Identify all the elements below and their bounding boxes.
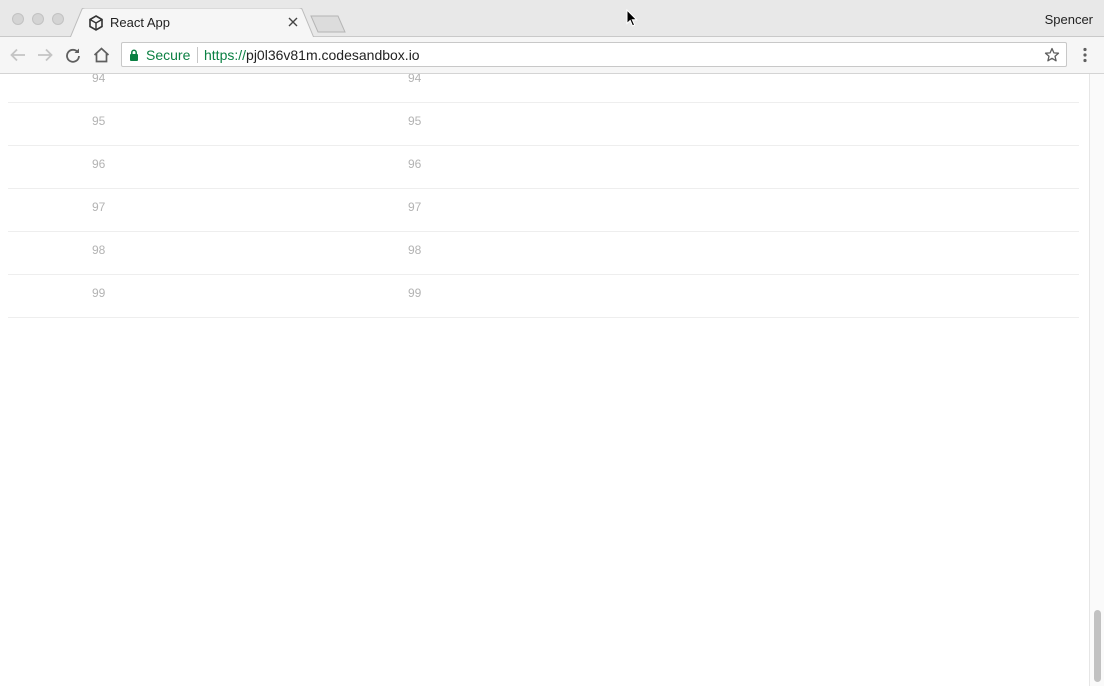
table-row: 99 99 xyxy=(8,275,1079,318)
new-tab-button[interactable] xyxy=(310,15,346,33)
omnibox-divider xyxy=(197,47,198,63)
url-host: pj0l36v81m.codesandbox.io xyxy=(246,47,420,63)
tab-shape xyxy=(70,8,314,38)
profile-name[interactable]: Spencer xyxy=(1045,12,1093,27)
table-cell-col2: 95 xyxy=(408,114,422,128)
table-row: 96 96 xyxy=(8,146,1079,189)
address-bar[interactable]: Secure https://pj0l36v81m.codesandbox.io xyxy=(121,42,1067,67)
table-row: 95 95 xyxy=(8,103,1079,146)
table-cell-col1: 95 xyxy=(92,114,106,128)
close-icon[interactable] xyxy=(285,14,301,30)
lock-icon xyxy=(130,49,138,61)
codesandbox-cube-icon xyxy=(89,15,103,31)
table-row: 94 94 xyxy=(8,74,1079,103)
back-arrow-icon[interactable] xyxy=(9,46,27,64)
browser-tab-active[interactable]: React App xyxy=(70,8,314,38)
table-row: 98 98 xyxy=(8,232,1079,275)
table-cell-col2: 98 xyxy=(408,243,422,257)
window-minimize-button[interactable] xyxy=(32,13,44,25)
page-viewport: 94 94 95 95 96 96 97 97 98 98 99 99 xyxy=(0,74,1089,686)
browser-toolbar: Secure https://pj0l36v81m.codesandbox.io xyxy=(0,37,1104,74)
url-scheme: https:// xyxy=(204,47,247,63)
table-cell-col1: 96 xyxy=(92,157,106,171)
home-icon[interactable] xyxy=(92,46,110,64)
tab-title: React App xyxy=(110,15,170,30)
vertical-scrollbar[interactable] xyxy=(1089,74,1104,686)
vertical-dots-icon[interactable] xyxy=(1078,46,1092,64)
scrollbar-thumb[interactable] xyxy=(1094,610,1101,682)
table-cell-col1: 97 xyxy=(92,200,106,214)
forward-arrow-icon[interactable] xyxy=(36,46,54,64)
table-cell-col2: 96 xyxy=(408,157,422,171)
table-cell-col2: 94 xyxy=(408,74,422,85)
table-cell-col1: 98 xyxy=(92,243,106,257)
table-cell-col1: 99 xyxy=(92,286,106,300)
number-table: 94 94 95 95 96 96 97 97 98 98 99 99 xyxy=(8,74,1079,318)
mouse-cursor-icon xyxy=(626,9,638,27)
window-close-button[interactable] xyxy=(12,13,24,25)
table-cell-col2: 99 xyxy=(408,286,422,300)
star-icon[interactable] xyxy=(1044,47,1060,63)
security-label: Secure xyxy=(146,47,191,63)
url-text[interactable]: https://pj0l36v81m.codesandbox.io xyxy=(204,47,420,63)
window-zoom-button[interactable] xyxy=(52,13,64,25)
table-row: 97 97 xyxy=(8,189,1079,232)
table-cell-col2: 97 xyxy=(408,200,422,214)
table-cell-col1: 94 xyxy=(92,74,106,85)
browser-titlebar: React App Spencer xyxy=(0,0,1104,38)
reload-icon[interactable] xyxy=(64,46,82,64)
